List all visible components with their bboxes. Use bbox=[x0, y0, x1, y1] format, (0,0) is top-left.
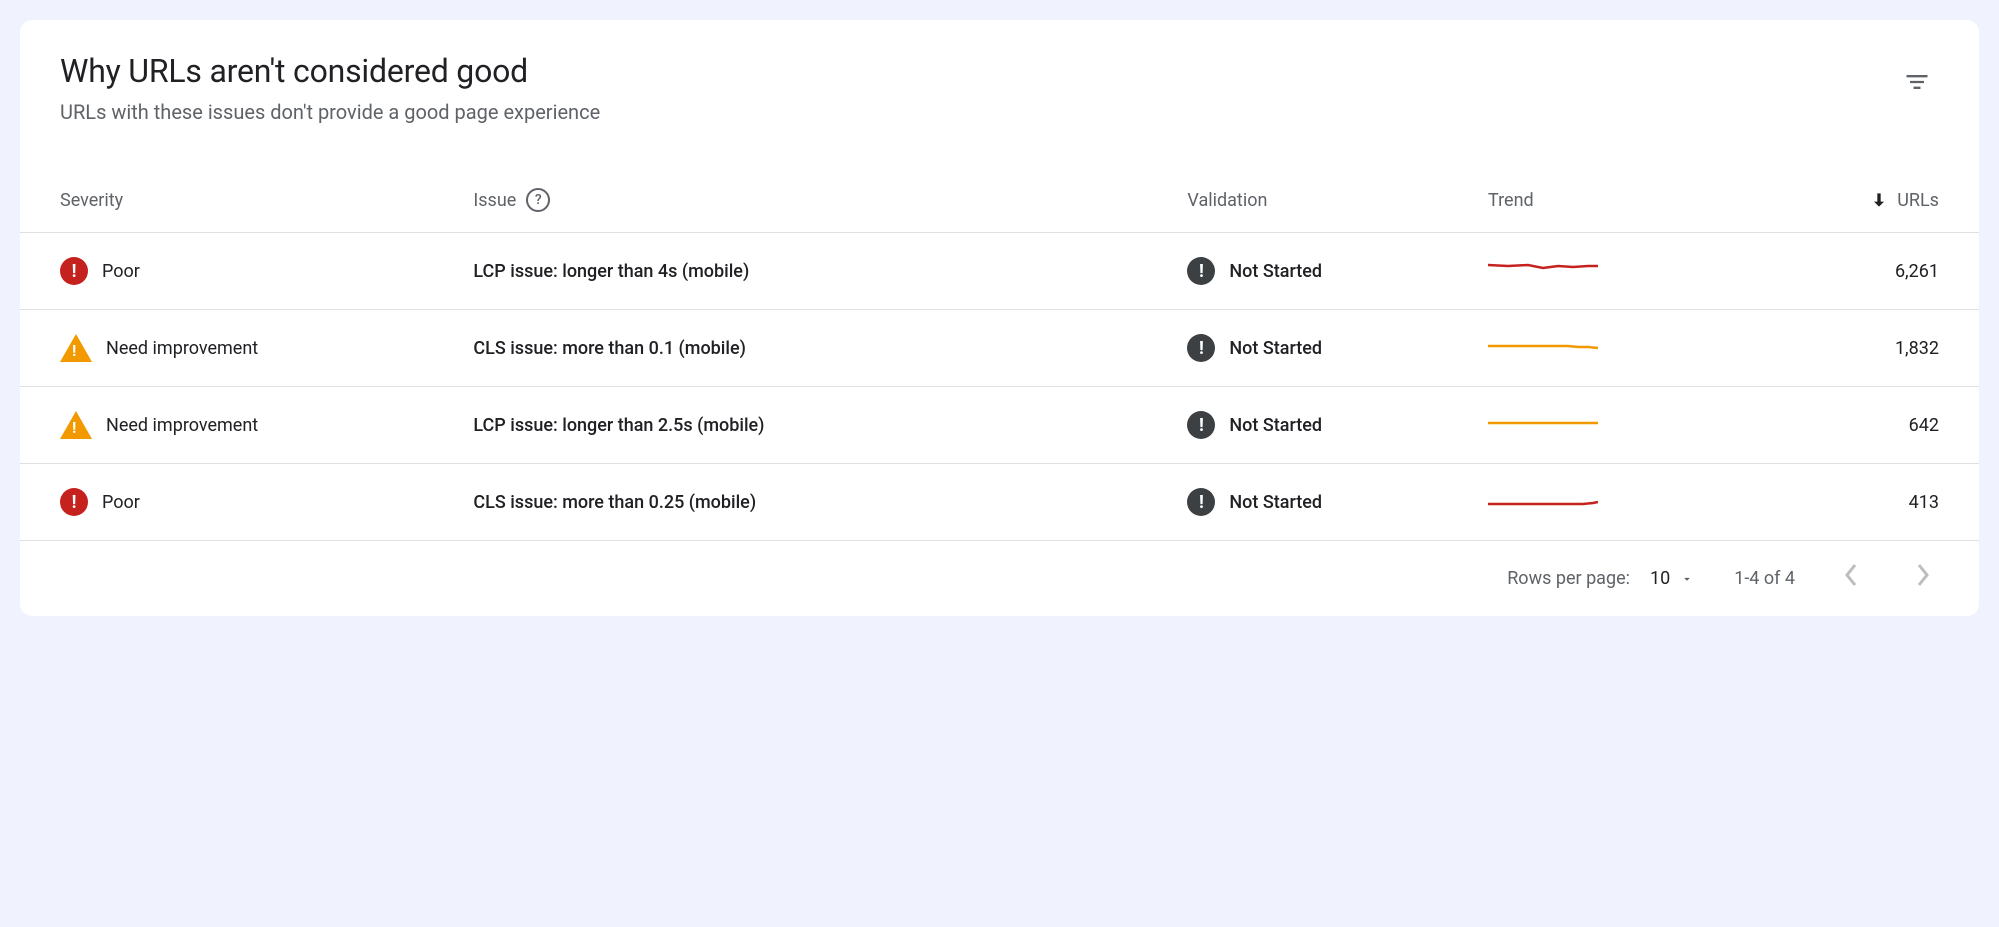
table-row[interactable]: Need improvement CLS issue: more than 0.1… bbox=[20, 309, 1979, 386]
card-title: Why URLs aren't considered good bbox=[60, 52, 1895, 90]
pagination-range: 1-4 of 4 bbox=[1734, 568, 1795, 589]
trend-sparkline bbox=[1488, 413, 1598, 433]
col-header-validation[interactable]: Validation bbox=[1187, 190, 1488, 211]
filter-button[interactable] bbox=[1895, 60, 1939, 108]
header-text: Why URLs aren't considered good URLs wit… bbox=[60, 52, 1895, 124]
help-icon[interactable]: ? bbox=[526, 188, 550, 212]
validation-status-icon: ! bbox=[1187, 488, 1215, 516]
urls-cell: 413 bbox=[1713, 492, 1938, 513]
validation-text: Not Started bbox=[1229, 415, 1322, 436]
issue-text: CLS issue: more than 0.25 (mobile) bbox=[473, 492, 756, 513]
issue-text: CLS issue: more than 0.1 (mobile) bbox=[473, 338, 746, 359]
filter-icon bbox=[1903, 68, 1931, 96]
rows-per-page-select[interactable]: 10 bbox=[1650, 568, 1694, 589]
issues-card: Why URLs aren't considered good URLs wit… bbox=[20, 20, 1979, 616]
table-row[interactable]: ! Poor LCP issue: longer than 4s (mobile)!… bbox=[20, 232, 1979, 309]
trend-sparkline bbox=[1488, 259, 1598, 279]
severity-cell: Need improvement bbox=[60, 411, 473, 439]
severity-label: Poor bbox=[102, 261, 140, 282]
rows-per-page-label: Rows per page: bbox=[1507, 568, 1630, 589]
rows-per-page-value: 10 bbox=[1650, 568, 1670, 589]
severity-cell: Need improvement bbox=[60, 334, 473, 362]
validation-text: Not Started bbox=[1229, 261, 1322, 282]
table-footer: Rows per page: 10 1-4 of 4 bbox=[20, 540, 1979, 616]
col-header-severity[interactable]: Severity bbox=[60, 190, 473, 211]
issue-cell: LCP issue: longer than 2.5s (mobile) bbox=[473, 415, 1187, 436]
trend-sparkline bbox=[1488, 490, 1598, 510]
card-header: Why URLs aren't considered good URLs wit… bbox=[20, 20, 1979, 148]
severity-cell: ! Poor bbox=[60, 488, 473, 516]
table-row[interactable]: ! Poor CLS issue: more than 0.25 (mobile)!… bbox=[20, 463, 1979, 540]
table-body: ! Poor LCP issue: longer than 4s (mobile)!… bbox=[20, 232, 1979, 540]
table-header-row: Severity Issue ? Validation Trend URLs bbox=[20, 168, 1979, 232]
dropdown-triangle-icon bbox=[1680, 572, 1694, 586]
rows-per-page: Rows per page: 10 bbox=[1507, 568, 1694, 589]
trend-sparkline bbox=[1488, 336, 1598, 356]
trend-cell bbox=[1488, 336, 1713, 361]
chevron-left-icon bbox=[1843, 561, 1859, 589]
validation-cell: ! Not Started bbox=[1187, 488, 1488, 516]
col-header-urls-label: URLs bbox=[1897, 190, 1939, 211]
severity-label: Poor bbox=[102, 492, 140, 513]
error-icon: ! bbox=[60, 488, 88, 516]
severity-label: Need improvement bbox=[106, 415, 258, 436]
table-row[interactable]: Need improvement LCP issue: longer than 2… bbox=[20, 386, 1979, 463]
validation-cell: ! Not Started bbox=[1187, 257, 1488, 285]
validation-status-icon: ! bbox=[1187, 334, 1215, 362]
issue-text: LCP issue: longer than 4s (mobile) bbox=[473, 261, 749, 282]
warning-icon bbox=[60, 334, 92, 362]
col-header-issue-label: Issue bbox=[473, 190, 516, 211]
card-subtitle: URLs with these issues don't provide a g… bbox=[60, 100, 1895, 124]
severity-cell: ! Poor bbox=[60, 257, 473, 285]
issue-cell: LCP issue: longer than 4s (mobile) bbox=[473, 261, 1187, 282]
chevron-right-icon bbox=[1915, 561, 1931, 589]
col-header-urls[interactable]: URLs bbox=[1713, 190, 1938, 211]
validation-status-icon: ! bbox=[1187, 257, 1215, 285]
validation-cell: ! Not Started bbox=[1187, 411, 1488, 439]
issue-text: LCP issue: longer than 2.5s (mobile) bbox=[473, 415, 764, 436]
validation-status-icon: ! bbox=[1187, 411, 1215, 439]
validation-text: Not Started bbox=[1229, 492, 1322, 513]
trend-cell bbox=[1488, 490, 1713, 515]
sort-descending-icon bbox=[1869, 190, 1889, 210]
issue-cell: CLS issue: more than 0.25 (mobile) bbox=[473, 492, 1187, 513]
validation-text: Not Started bbox=[1229, 338, 1322, 359]
urls-cell: 6,261 bbox=[1713, 261, 1938, 282]
severity-label: Need improvement bbox=[106, 338, 258, 359]
urls-cell: 642 bbox=[1713, 415, 1938, 436]
error-icon: ! bbox=[60, 257, 88, 285]
col-header-issue[interactable]: Issue ? bbox=[473, 188, 1187, 212]
next-page-button[interactable] bbox=[1907, 561, 1939, 596]
trend-cell bbox=[1488, 413, 1713, 438]
prev-page-button[interactable] bbox=[1835, 561, 1867, 596]
trend-cell bbox=[1488, 259, 1713, 284]
issue-cell: CLS issue: more than 0.1 (mobile) bbox=[473, 338, 1187, 359]
col-header-trend[interactable]: Trend bbox=[1488, 190, 1713, 211]
warning-icon bbox=[60, 411, 92, 439]
urls-cell: 1,832 bbox=[1713, 338, 1938, 359]
validation-cell: ! Not Started bbox=[1187, 334, 1488, 362]
